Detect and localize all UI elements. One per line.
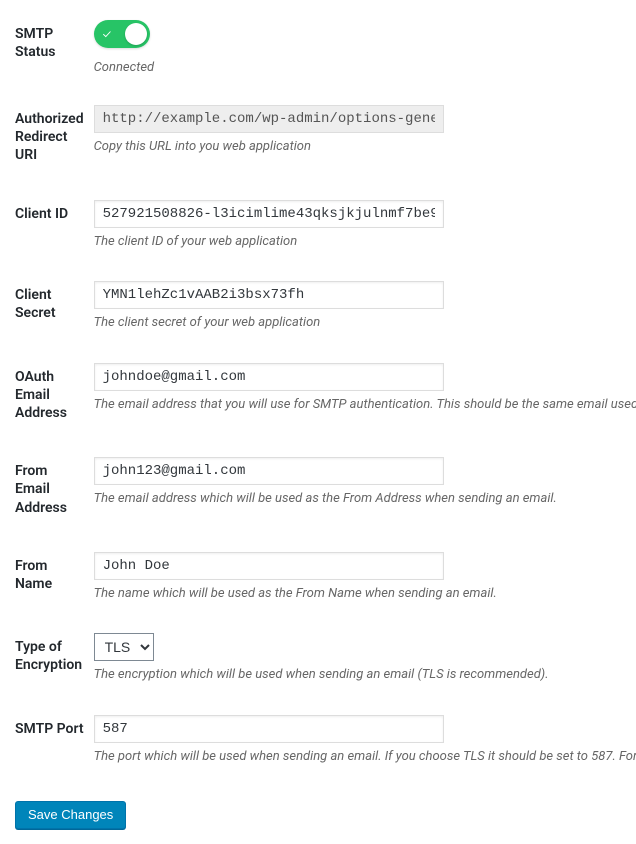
from-name-description: The name which will be used as the From … bbox=[94, 584, 636, 604]
smtp-status-label: SMTP Status bbox=[15, 15, 94, 90]
smtp-port-input[interactable] bbox=[94, 715, 444, 743]
smtp-status-toggle[interactable]: ✓ bbox=[94, 20, 150, 48]
client-id-label: Client ID bbox=[15, 185, 94, 267]
smtp-status-text: Connected bbox=[94, 60, 636, 75]
settings-form-table: SMTP Status ✓ Connected Authorized Redir… bbox=[15, 15, 636, 781]
authorized-uri-input[interactable] bbox=[94, 105, 444, 133]
client-secret-description: The client secret of your web applicatio… bbox=[94, 313, 636, 333]
encryption-description: The encryption which will be used when s… bbox=[94, 665, 636, 685]
encryption-select[interactable]: TLS bbox=[94, 633, 154, 661]
smtp-port-label: SMTP Port bbox=[15, 700, 94, 782]
encryption-label: Type of Encryption bbox=[15, 618, 94, 700]
check-icon: ✓ bbox=[103, 28, 111, 40]
client-id-description: The client ID of your web application bbox=[94, 232, 636, 252]
save-changes-button[interactable]: Save Changes bbox=[15, 801, 126, 829]
from-name-label: From Name bbox=[15, 537, 94, 619]
smtp-port-description: The port which will be used when sending… bbox=[94, 747, 636, 767]
from-name-input[interactable] bbox=[94, 552, 444, 580]
authorized-uri-description: Copy this URL into you web application bbox=[94, 137, 636, 157]
from-email-label: From Email Address bbox=[15, 442, 94, 537]
oauth-email-label: OAuth Email Address bbox=[15, 348, 94, 443]
authorized-uri-label: Authorized Redirect URI bbox=[15, 90, 94, 185]
from-email-description: The email address which will be used as … bbox=[94, 489, 636, 509]
client-secret-input[interactable] bbox=[94, 281, 444, 309]
oauth-email-description: The email address that you will use for … bbox=[94, 395, 636, 415]
client-id-input[interactable] bbox=[94, 200, 444, 228]
from-email-input[interactable] bbox=[94, 457, 444, 485]
oauth-email-input[interactable] bbox=[94, 363, 444, 391]
client-secret-label: Client Secret bbox=[15, 266, 94, 348]
